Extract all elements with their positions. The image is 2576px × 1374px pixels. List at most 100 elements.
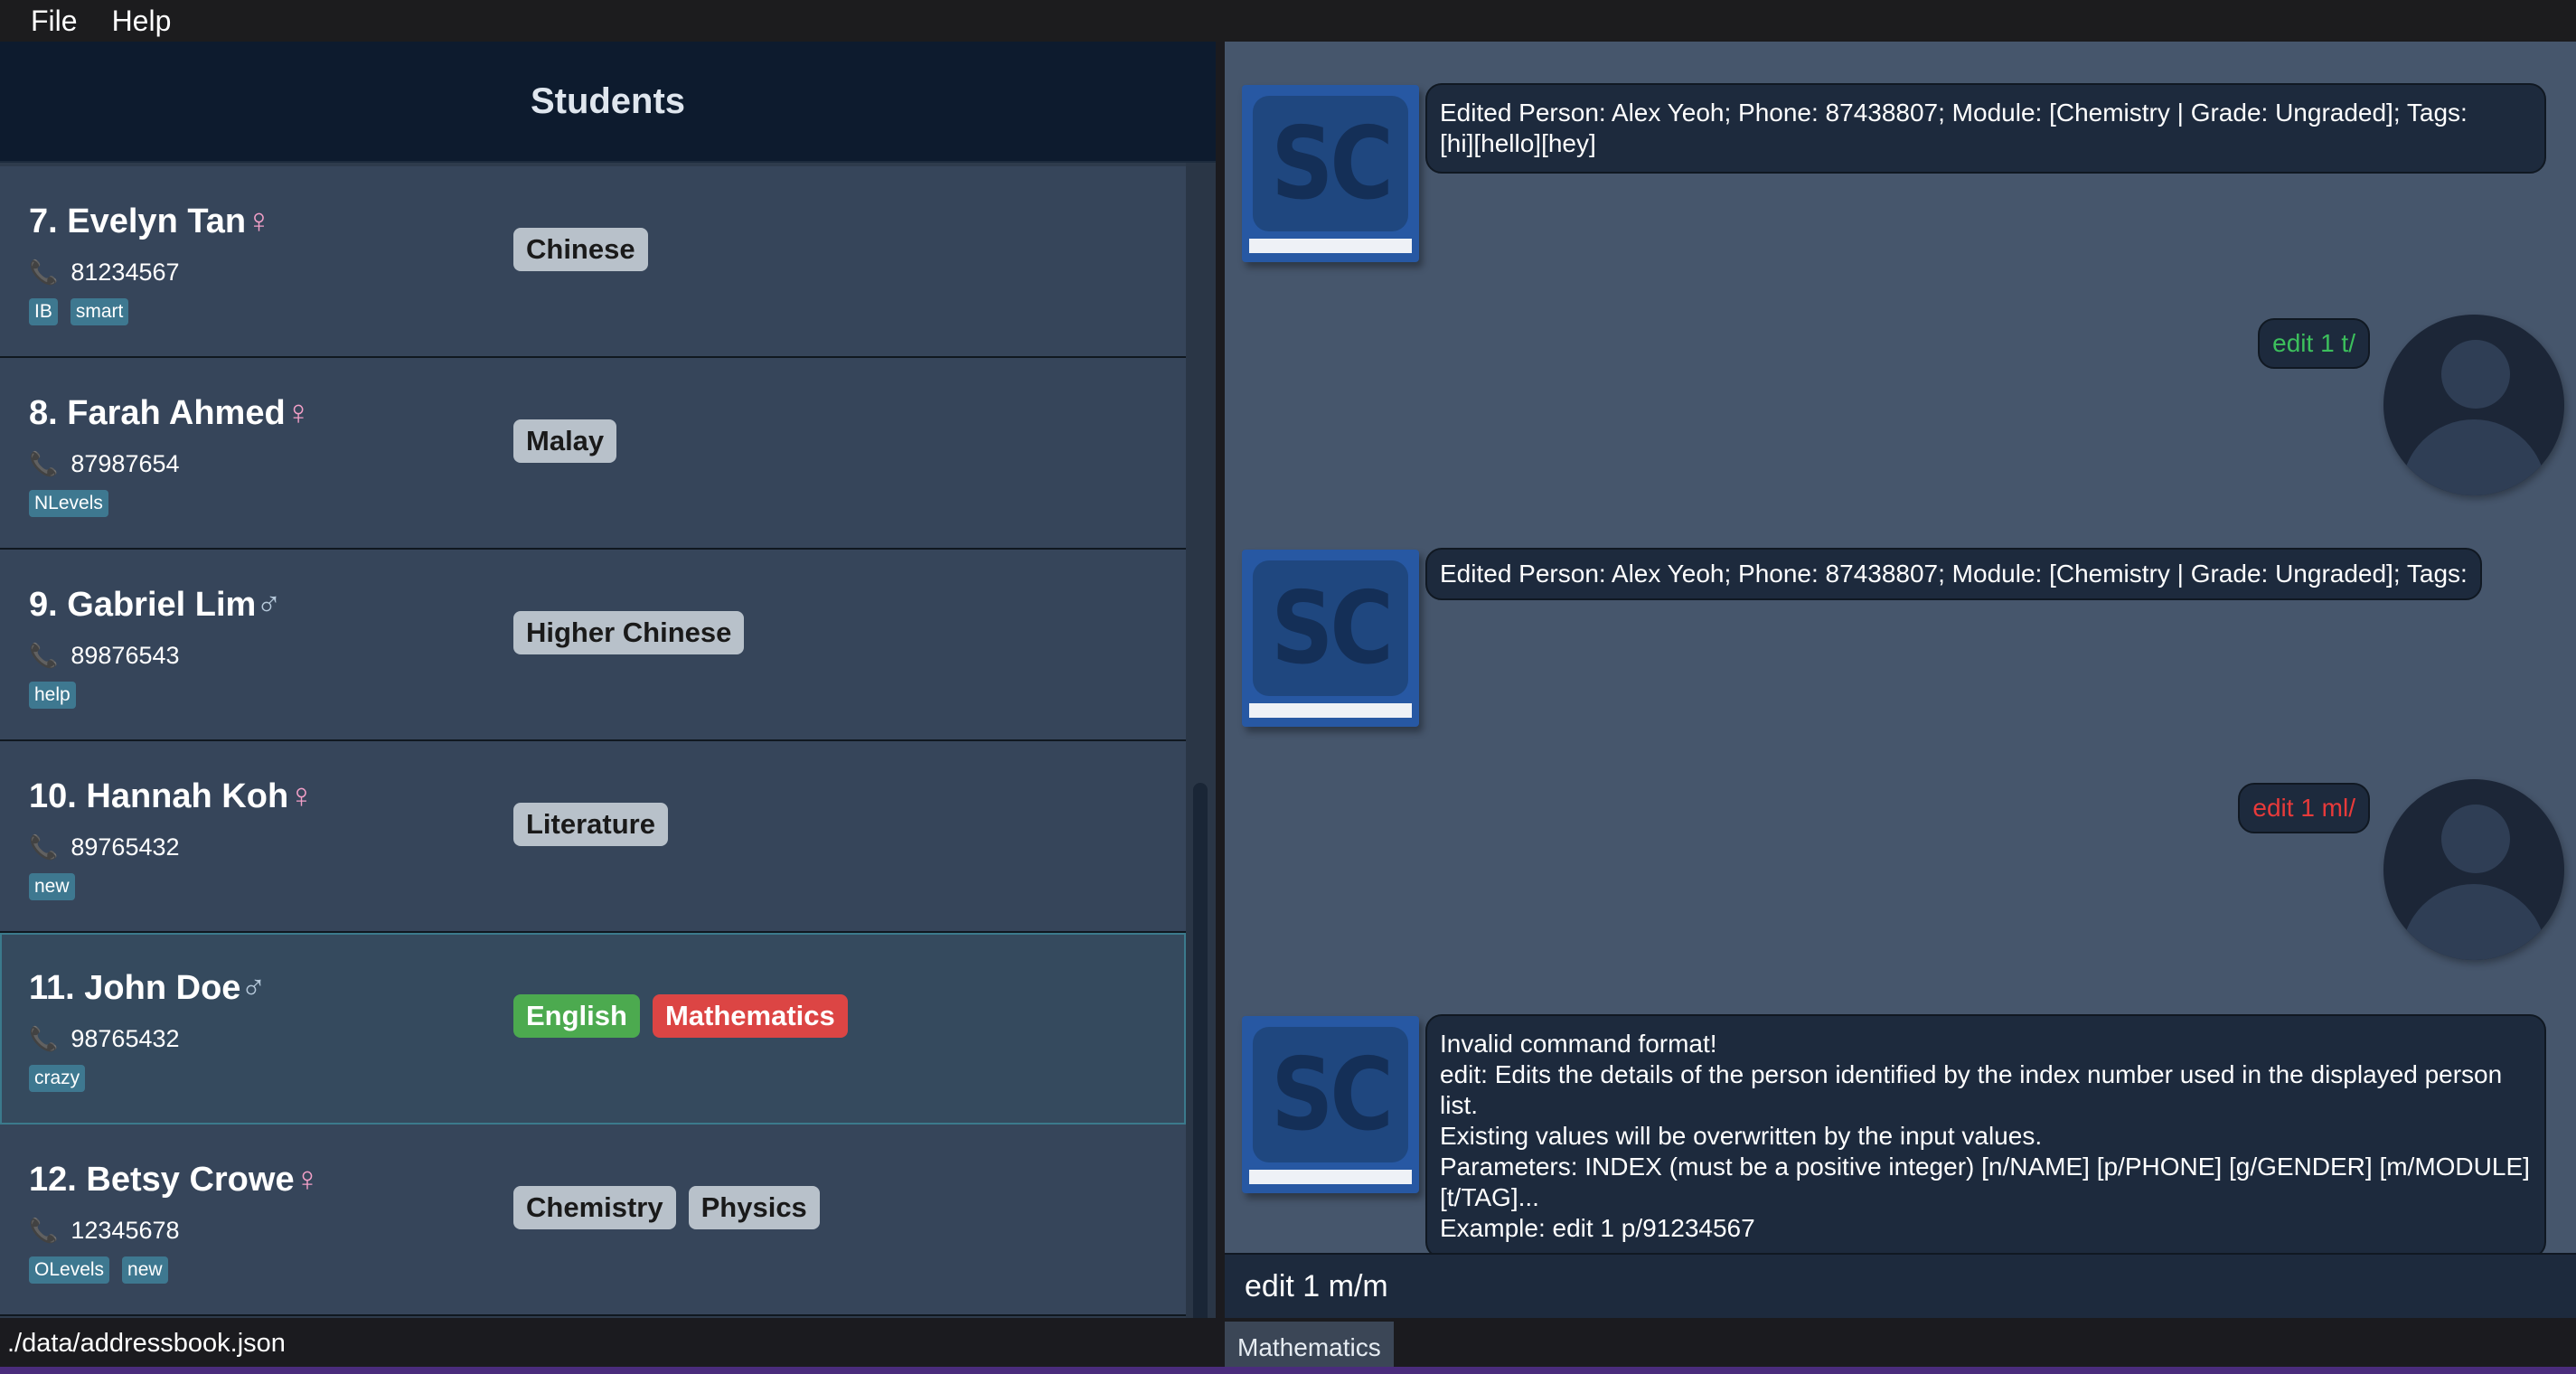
student-phone: 📞 89765432: [29, 833, 180, 861]
menu-bar: File Help: [0, 0, 2576, 42]
module-badge: Chemistry: [513, 1186, 676, 1229]
panel-header: Students: [0, 42, 1216, 163]
student-index: 9.: [29, 586, 58, 624]
user-command-bubble: edit 1 ml/: [2238, 783, 2370, 833]
student-list-panel: Students 7. Evelyn Tan♀ 📞 81234567 IB smart C…: [0, 42, 1216, 1361]
student-name: 8. Farah Ahmed♀: [29, 394, 311, 433]
tag-list: IB smart: [29, 298, 129, 325]
student-name-text: Farah Ahmed: [67, 394, 286, 432]
scrollbar-thumb[interactable]: [1193, 783, 1208, 1361]
phone-number: 98765432: [71, 1025, 180, 1052]
result-display-panel: SC Edited Person: Alex Yeoh; Phone: 8743…: [1225, 42, 2576, 1258]
module-badge: Literature: [513, 803, 668, 846]
phone-number: 87987654: [71, 450, 180, 477]
female-icon: ♀: [246, 202, 272, 240]
split-divider[interactable]: [1216, 42, 1225, 1374]
app-logo-icon: SC: [1242, 85, 1419, 262]
student-name: 11. John Doe♂: [29, 969, 267, 1008]
student-card[interactable]: 7. Evelyn Tan♀ 📞 81234567 IB smart Chinese: [0, 166, 1186, 358]
student-phone: 📞 12345678: [29, 1217, 180, 1245]
module-list: Malay: [513, 419, 617, 463]
module-badge: Higher Chinese: [513, 611, 745, 654]
student-phone: 📞 98765432: [29, 1025, 180, 1053]
panel-title: Students: [530, 80, 686, 121]
module-list: English Mathematics: [513, 994, 848, 1038]
module-list: Higher Chinese: [513, 611, 745, 654]
status-bar-path: ./data/addressbook.json: [0, 1318, 1216, 1374]
module-badge: Chinese: [513, 228, 648, 271]
tag-badge: smart: [70, 298, 129, 325]
module-badge: Mathematics: [652, 994, 848, 1038]
student-index: 8.: [29, 394, 58, 432]
student-name-text: John Doe: [84, 969, 241, 1007]
student-card[interactable]: 8. Farah Ahmed♀ 📞 87987654 NLevels Malay: [0, 358, 1186, 550]
female-icon: ♀: [294, 1161, 321, 1199]
module-list: Literature: [513, 803, 668, 846]
student-name-text: Evelyn Tan: [67, 202, 247, 240]
phone-icon: 📞: [29, 1025, 59, 1052]
phone-icon: 📞: [29, 642, 59, 669]
student-name-text: Betsy Crowe: [86, 1161, 295, 1199]
student-index: 10.: [29, 777, 77, 815]
tag-list: OLevels new: [29, 1256, 168, 1284]
tag-badge: help: [29, 682, 76, 709]
module-badge: Physics: [688, 1186, 820, 1229]
tag-badge: NLevels: [29, 490, 108, 517]
phone-number: 12345678: [71, 1217, 180, 1244]
student-phone: 📞 81234567: [29, 259, 180, 287]
student-index: 7.: [29, 202, 58, 240]
student-name: 7. Evelyn Tan♀: [29, 202, 272, 241]
phone-number: 89876543: [71, 642, 180, 669]
student-index: 12.: [29, 1161, 77, 1199]
student-name: 9. Gabriel Lim♂: [29, 586, 282, 625]
female-icon: ♀: [288, 777, 315, 815]
student-phone: 📞 89876543: [29, 642, 180, 670]
tag-badge: new: [29, 873, 75, 900]
student-name-text: Hannah Koh: [86, 777, 289, 815]
student-card[interactable]: 12. Betsy Crowe♀ 📞 12345678 OLevels new Chemi…: [0, 1125, 1186, 1316]
module-badge: English: [513, 994, 640, 1038]
menu-help[interactable]: Help: [112, 5, 172, 38]
autocomplete-popup: Mathematics: [1225, 1318, 2576, 1374]
student-list[interactable]: 7. Evelyn Tan♀ 📞 81234567 IB smart Chinese 8. …: [0, 163, 1216, 1318]
module-badge: Malay: [513, 419, 617, 463]
phone-icon: 📞: [29, 450, 59, 477]
male-icon: ♂: [256, 586, 282, 624]
tag-badge: IB: [29, 298, 58, 325]
tag-list: new: [29, 873, 75, 900]
student-card[interactable]: 9. Gabriel Lim♂ 📞 89876543 help Higher Chine…: [0, 550, 1186, 741]
male-icon: ♂: [240, 969, 267, 1007]
command-box: [1225, 1253, 2576, 1318]
tag-list: help: [29, 682, 76, 709]
phone-icon: 📞: [29, 259, 59, 286]
tag-badge: new: [122, 1256, 168, 1284]
tag-list: NLevels: [29, 490, 108, 517]
app-logo-icon: SC: [1242, 1016, 1419, 1193]
bottom-accent-bar: [0, 1367, 2576, 1374]
phone-number: 81234567: [71, 259, 180, 286]
student-card[interactable]: 11. John Doe♂ 📞 98765432 crazy English Mathem…: [0, 933, 1186, 1125]
module-list: Chinese: [513, 228, 648, 271]
phone-icon: 📞: [29, 833, 59, 861]
student-name-text: Gabriel Lim: [67, 586, 257, 624]
user-avatar-icon: [2383, 779, 2564, 960]
menu-file[interactable]: File: [31, 5, 78, 38]
tag-badge: OLevels: [29, 1256, 110, 1284]
command-input[interactable]: [1225, 1255, 2576, 1318]
app-message: Edited Person: Alex Yeoh; Phone: 8743880…: [1425, 548, 2482, 600]
student-index: 11.: [29, 969, 75, 1007]
tag-list: crazy: [29, 1065, 86, 1092]
app-logo-icon: SC: [1242, 550, 1419, 727]
female-icon: ♀: [285, 394, 312, 432]
student-name: 10. Hannah Koh♀: [29, 777, 315, 816]
module-list: Chemistry Physics: [513, 1186, 820, 1229]
student-card[interactable]: 10. Hannah Koh♀ 📞 89765432 new Literature: [0, 741, 1186, 933]
user-avatar-icon: [2383, 315, 2564, 495]
error-message: Invalid command format! edit: Edits the …: [1425, 1014, 2546, 1258]
tag-badge: crazy: [29, 1065, 86, 1092]
student-phone: 📞 87987654: [29, 450, 180, 478]
app-message: Edited Person: Alex Yeoh; Phone: 8743880…: [1425, 83, 2546, 174]
phone-icon: 📞: [29, 1217, 59, 1244]
student-name: 12. Betsy Crowe♀: [29, 1161, 320, 1200]
user-command-bubble: edit 1 t/: [2258, 318, 2370, 369]
